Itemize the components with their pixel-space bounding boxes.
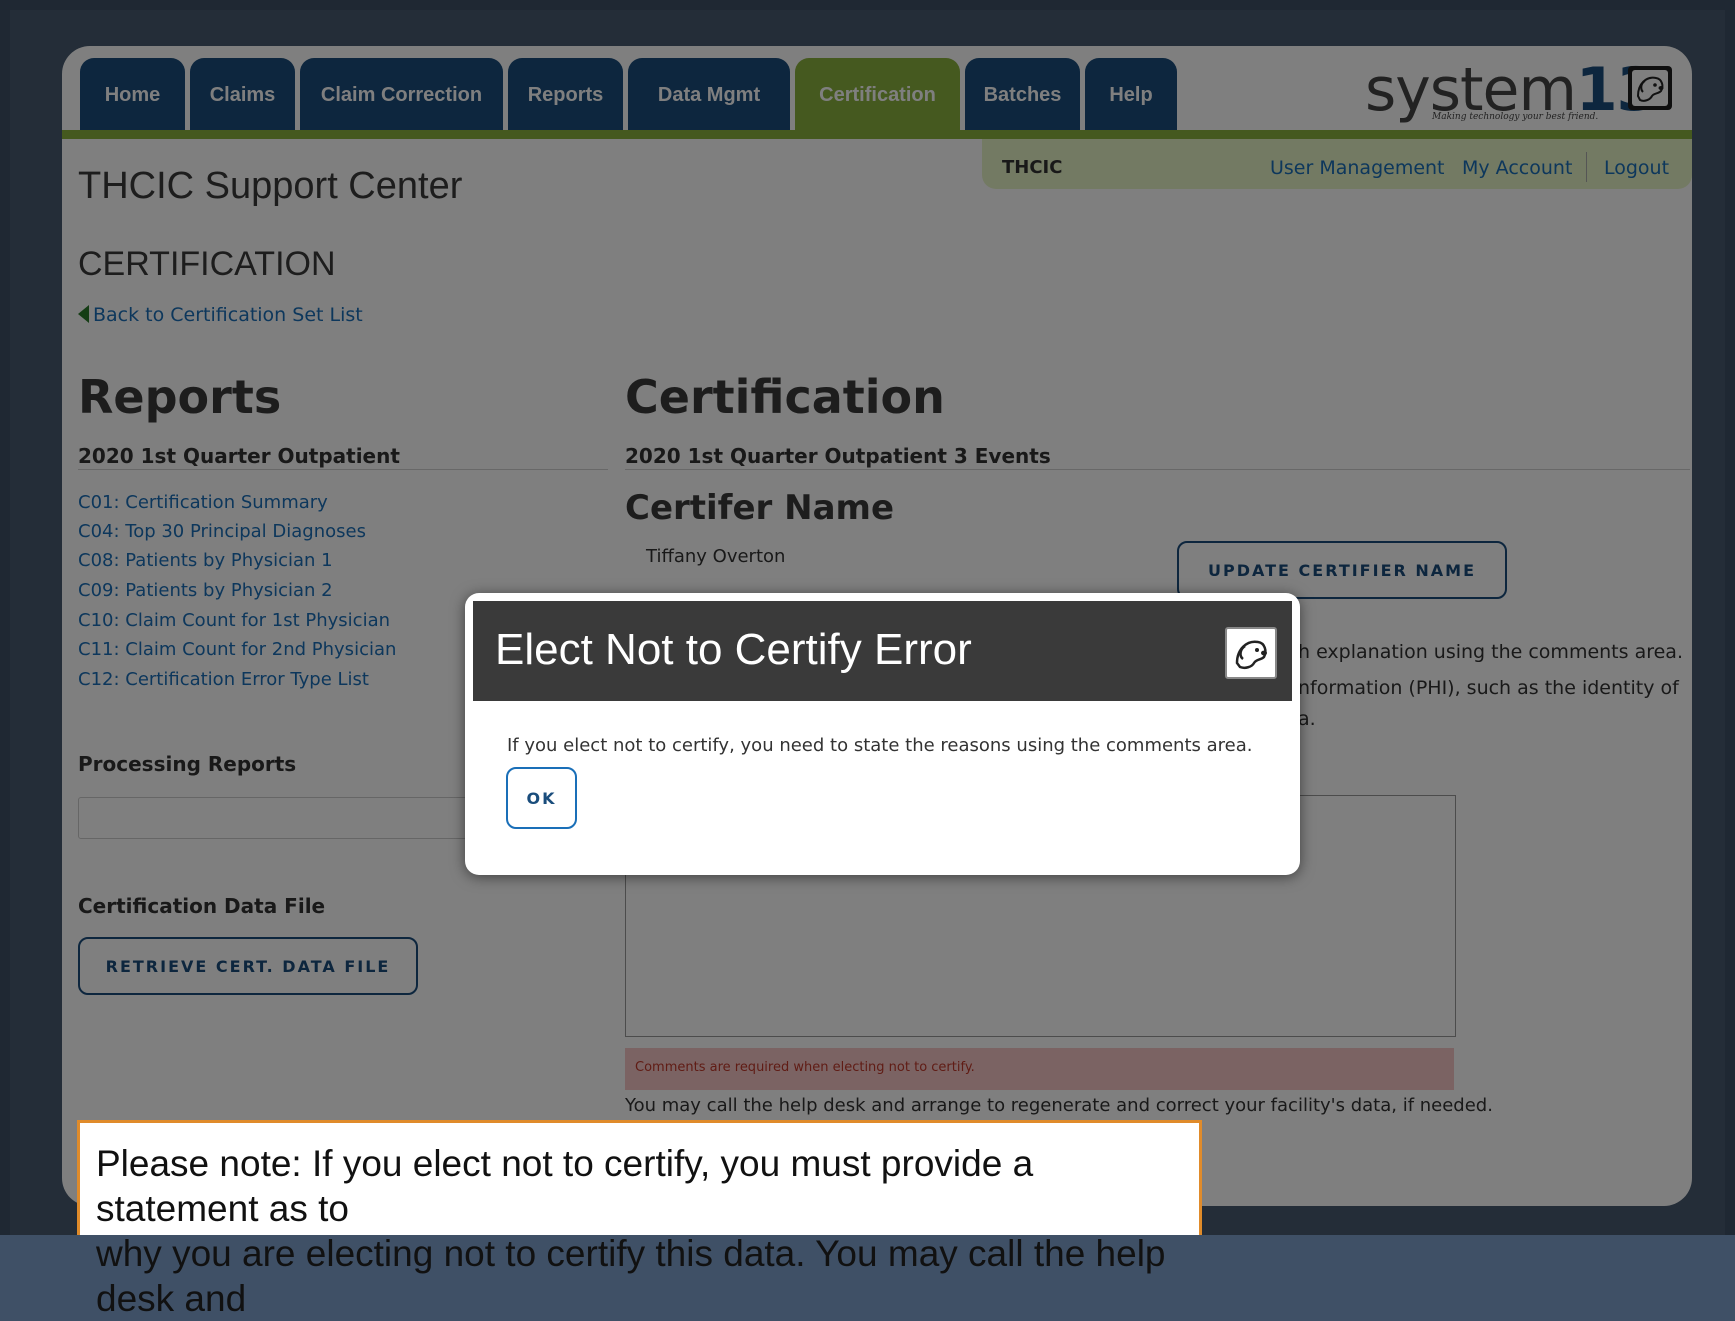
note-callout: Please note: If you elect not to certify…: [77, 1120, 1202, 1319]
ok-button[interactable]: OK: [506, 767, 577, 829]
dog-logo-icon: [1225, 627, 1277, 679]
dialog-title: Elect Not to Certify Error: [495, 625, 972, 674]
note-line-1: Please note: If you elect not to certify…: [96, 1143, 1034, 1229]
dialog-header: Elect Not to Certify Error: [473, 601, 1292, 701]
note-line-2: why you are electing not to certify this…: [96, 1233, 1166, 1319]
page: Home Claims Claim Correction Reports Dat…: [0, 0, 1735, 1319]
dialog-message: If you elect not to certify, you need to…: [507, 735, 1253, 756]
error-dialog: Elect Not to Certify Error If you elect …: [465, 593, 1300, 875]
